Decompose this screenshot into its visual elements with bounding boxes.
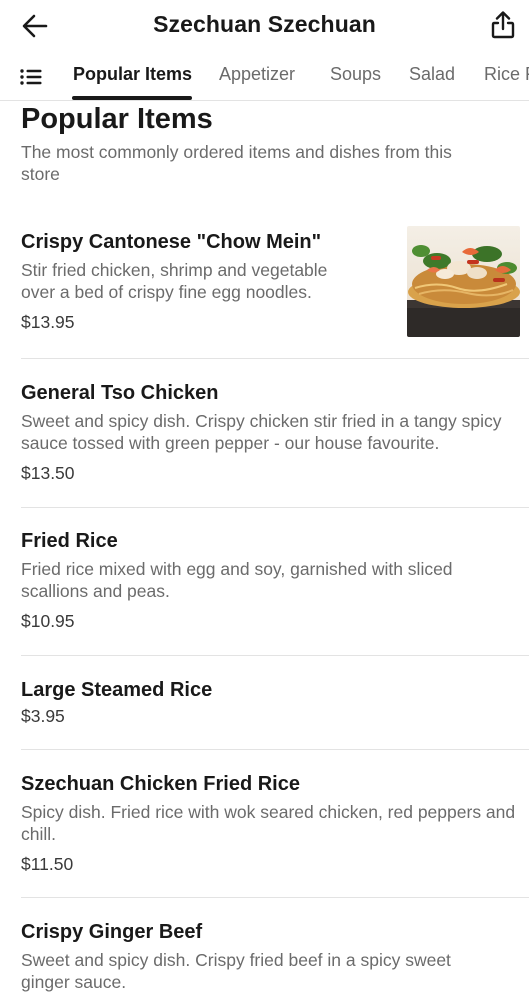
menu-item[interactable]: Large Steamed Rice $3.95 (21, 677, 529, 727)
category-list-button[interactable] (18, 64, 44, 90)
app-header: Szechuan Szechuan (0, 0, 529, 52)
active-tab-indicator (72, 96, 192, 100)
menu-item-price: $11.50 (21, 854, 74, 874)
item-divider (21, 897, 529, 898)
menu-item-price: $10.95 (21, 611, 75, 631)
item-divider (21, 358, 529, 359)
tab-popular-items[interactable]: Popular Items (73, 64, 192, 85)
menu-item-name: Crispy Ginger Beef (21, 921, 203, 943)
tab-salad[interactable]: Salad (409, 64, 455, 85)
share-icon (491, 11, 515, 39)
menu-item-name: Large Steamed Rice (21, 679, 213, 701)
item-divider (21, 507, 529, 508)
category-tab-bar: Popular Items Appetizer Soups Salad Rice… (0, 52, 529, 101)
menu-item[interactable]: Szechuan Chicken Fried Rice Spicy dish. … (21, 771, 529, 875)
tab-soups[interactable]: Soups (330, 64, 381, 85)
menu-item-name: Szechuan Chicken Fried Rice (21, 773, 300, 795)
chow-mein-photo[interactable] (407, 226, 520, 337)
menu-item-description: Sweet and spicy dish. Crispy chicken sti… (21, 411, 502, 453)
menu-item-price: $3.95 (21, 706, 65, 726)
item-divider (21, 749, 529, 750)
share-button[interactable] (487, 9, 519, 41)
item-divider (21, 655, 529, 656)
store-title: Szechuan Szechuan (153, 11, 376, 37)
menu-item[interactable]: Crispy Cantonese "Chow Mein" Stir fried … (21, 229, 396, 333)
menu-item-name: Crispy Cantonese "Chow Mein" (21, 231, 322, 253)
list-icon (20, 69, 42, 85)
menu-item-name: General Tso Chicken (21, 382, 219, 404)
menu-item-price: $13.95 (21, 312, 75, 332)
menu-item-description: Spicy dish. Fried rice with wok seared c… (21, 802, 516, 844)
menu-item-name: Fried Rice (21, 530, 118, 552)
menu-item-price: $13.50 (21, 463, 75, 483)
tab-appetizer[interactable]: Appetizer (219, 64, 295, 85)
menu-item-description: Sweet and spicy dish. Crispy fried beef … (21, 950, 451, 992)
section-title: Popular Items (21, 103, 213, 135)
menu-item[interactable]: Fried Rice Fried rice mixed with egg and… (21, 528, 529, 632)
menu-item-description: Fried rice mixed with egg and soy, garni… (21, 559, 453, 601)
menu-item[interactable]: Crispy Ginger Beef Sweet and spicy dish.… (21, 919, 529, 993)
section-subtitle: The most commonly ordered items and dish… (21, 142, 452, 184)
menu-item-description: Stir fried chicken, shrimp and vegetable… (21, 260, 328, 302)
menu-item[interactable]: General Tso Chicken Sweet and spicy dish… (21, 380, 529, 484)
tab-rice[interactable]: Rice F (484, 64, 529, 85)
